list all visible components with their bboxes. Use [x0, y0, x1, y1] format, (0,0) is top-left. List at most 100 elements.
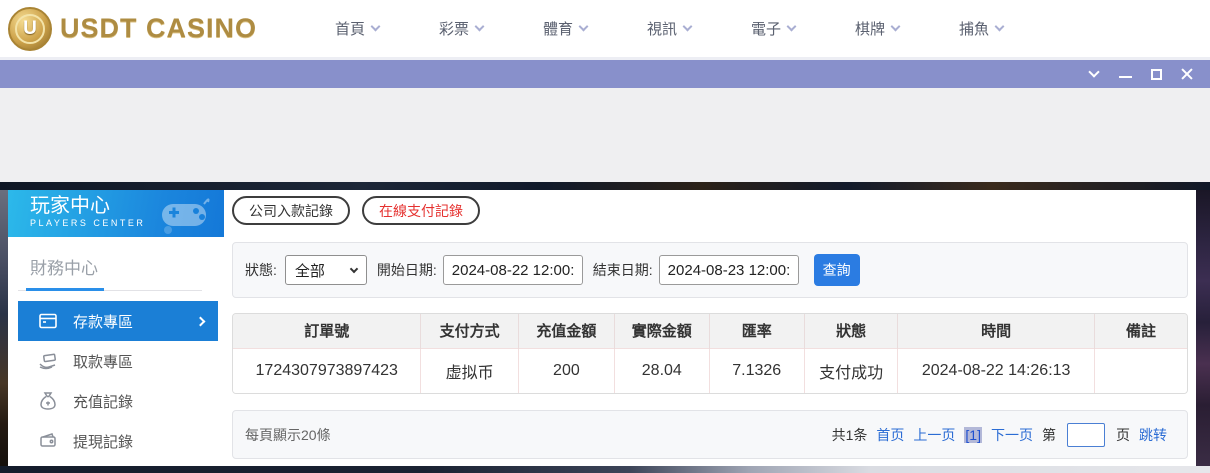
sidebar-item-label: 取款專區 [73, 353, 134, 371]
maximize-button[interactable] [1149, 67, 1163, 81]
nav-item-sports[interactable]: 體育 [513, 18, 617, 39]
main-nav: 首頁 彩票 體育 視訊 電子 棋牌 捕魚 [305, 18, 1033, 39]
nav-item-home[interactable]: 首頁 [305, 18, 409, 39]
col-remark: 備註 [1093, 314, 1187, 348]
section-divider [18, 288, 202, 291]
col-status: 狀態 [803, 314, 898, 348]
sidebar-item-label: 存款專區 [73, 313, 134, 331]
nav-label: 視訊 [647, 21, 678, 38]
cell-time: 2024-08-22 14:26:13 [897, 347, 1095, 393]
record-tabs: 公司入款記錄 在線支付記錄 [232, 196, 1188, 225]
sidebar-item-funds-record[interactable]: 資金記錄 [8, 461, 224, 473]
per-page-label: 每頁顯示20條 [245, 426, 331, 443]
page-number-input[interactable] [1067, 422, 1105, 447]
filter-panel: 狀態: 全部 開始日期: 結束日期: 查詢 [232, 242, 1188, 298]
close-button[interactable] [1180, 67, 1194, 81]
first-page-link[interactable]: 首页 [876, 425, 904, 445]
nav-label: 捕魚 [959, 21, 990, 38]
site-header: U USDT CASINO 首頁 彩票 體育 視訊 電子 棋牌 捕魚 [0, 0, 1210, 57]
chevron-down-icon [994, 21, 1005, 32]
col-payment-method: 支付方式 [420, 314, 519, 348]
cell-order-number: 1724307973897423 [233, 347, 421, 393]
minimize-icon [1118, 76, 1132, 78]
logo-text: USDT CASINO [60, 13, 258, 43]
end-date-input[interactable] [658, 255, 799, 285]
cell-exchange-rate: 7.1326 [708, 347, 805, 393]
background-band [0, 182, 1210, 190]
company-deposit-record-tab[interactable]: 公司入款記錄 [232, 196, 350, 225]
next-page-link[interactable]: 下一页 [991, 425, 1033, 445]
sidebar-item-withdraw-zone[interactable]: 取款專區 [8, 341, 224, 381]
total-count-label: 共1条 [831, 426, 868, 443]
pagination-bar: 每頁顯示20條 共1条 首页 上一页 [1] 下一页 第 页 跳转 [232, 410, 1188, 459]
nav-item-slots[interactable]: 電子 [721, 18, 825, 39]
chevron-down-icon [370, 21, 381, 32]
start-date-input[interactable] [442, 255, 583, 285]
col-order-number: 訂單號 [304, 323, 350, 341]
status-label: 狀態: [245, 262, 277, 278]
withdraw-hand-icon [39, 353, 56, 370]
sidebar-menu: 存款專區 取款專區 充值記錄 提現記錄 [8, 291, 224, 473]
main-panel: 公司入款記錄 在線支付記錄 狀態: 全部 開始日期: 結束日期: 查詢 [224, 190, 1196, 466]
logo-coin-icon: U [8, 6, 52, 51]
end-date-label: 結束日期: [592, 262, 653, 278]
deposit-card-icon [39, 313, 57, 329]
jump-suffix-label: 页 [1116, 426, 1130, 443]
nav-item-live[interactable]: 視訊 [617, 18, 721, 39]
nav-label: 首頁 [335, 21, 366, 38]
table-header-row: 訂單號 支付方式 充值金額 實際金額 匯率 狀態 時間 備註 [233, 314, 1187, 348]
nav-label: 電子 [751, 21, 782, 38]
chevron-down-icon [474, 21, 485, 32]
nav-item-lottery[interactable]: 彩票 [409, 18, 513, 39]
sidebar-item-deposit-zone[interactable]: 存款專區 [18, 301, 218, 341]
logo-coin-letter: U [15, 13, 45, 44]
sidebar-item-label: 提現記錄 [73, 433, 134, 451]
cell-payment-method: 虚拟币 [420, 347, 519, 393]
nav-item-fishing[interactable]: 捕魚 [929, 18, 1033, 39]
background-strip-left [0, 190, 8, 466]
table-row: 1724307973897423 虚拟币 200 28.04 7.1326 支付… [233, 347, 1187, 393]
col-exchange-rate: 匯率 [708, 314, 805, 348]
nav-label: 棋牌 [855, 21, 886, 38]
sidebar-item-label: 充值記錄 [73, 393, 134, 411]
cell-actual-amount: 28.04 [614, 347, 710, 393]
records-table: 訂單號 支付方式 充值金額 實際金額 匯率 狀態 時間 備註 172430797… [232, 313, 1188, 394]
nav-label: 體育 [543, 21, 574, 38]
prev-page-link[interactable]: 上一页 [913, 425, 955, 445]
sidebar-item-recharge-record[interactable]: 充值記錄 [8, 381, 224, 421]
divider-accent [26, 288, 104, 291]
finance-center-label: 財務中心 [30, 259, 98, 278]
chevron-down-icon [786, 21, 797, 32]
sidebar: 玩家中心 PLAYERS CENTER 財務中心 存款專區 取款專區 充值記錄 … [8, 190, 224, 466]
chevron-down-icon [1088, 66, 1100, 78]
pagination-controls: 共1条 首页 上一页 [1] 下一页 第 页 跳转 [831, 422, 1167, 447]
minimize-button[interactable] [1118, 67, 1132, 81]
wallet-icon [40, 433, 56, 447]
sidebar-item-withdrawal-record[interactable]: 提現記錄 [8, 421, 224, 461]
background-strip-right [1196, 190, 1210, 466]
chevron-down-icon [349, 264, 359, 273]
players-center-header: 玩家中心 PLAYERS CENTER [8, 190, 224, 237]
gamepad-icon [162, 198, 210, 234]
site-logo[interactable]: U USDT CASINO [8, 6, 258, 51]
nav-item-cards[interactable]: 棋牌 [825, 18, 929, 39]
online-payment-record-tab[interactable]: 在線支付記錄 [362, 196, 480, 225]
start-date-label: 開始日期: [376, 262, 437, 278]
col-time: 時間 [897, 314, 1095, 348]
empty-content-area [0, 88, 1210, 182]
col-recharge-amount: 充值金額 [517, 314, 615, 348]
current-page-indicator: [1] [964, 426, 982, 443]
status-selected-value: 全部 [294, 262, 325, 280]
chevron-down-icon [578, 21, 589, 32]
jump-button[interactable]: 跳转 [1139, 425, 1167, 445]
jump-prefix-label: 第 [1042, 426, 1056, 443]
chevron-down-icon [682, 21, 693, 32]
money-bag-icon [40, 392, 56, 410]
status-select[interactable]: 全部 [284, 255, 367, 285]
collapse-button[interactable] [1087, 66, 1101, 81]
maximize-icon [1150, 68, 1162, 80]
cell-remark [1093, 347, 1187, 393]
window-titlebar [0, 60, 1210, 88]
nav-label: 彩票 [439, 21, 470, 38]
search-button[interactable]: 查詢 [813, 254, 860, 286]
